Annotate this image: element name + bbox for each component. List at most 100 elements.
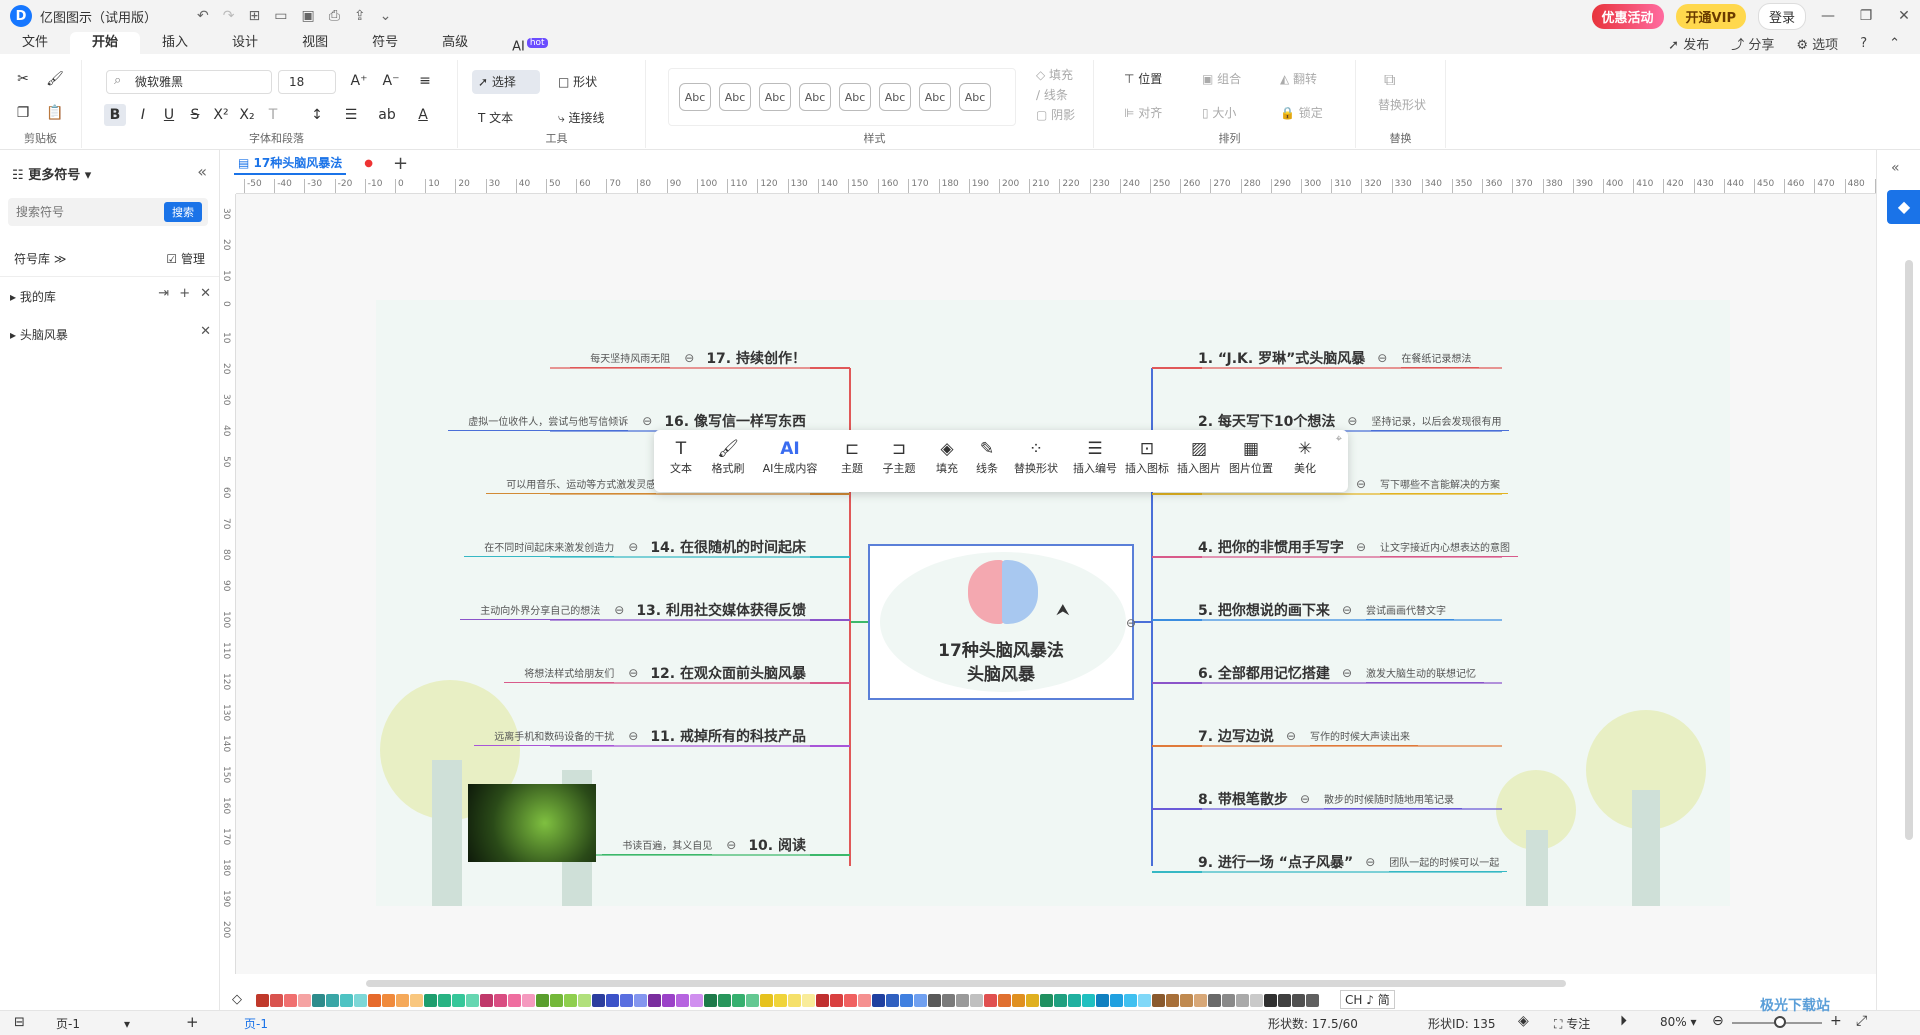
vertical-scrollbar[interactable]: [1905, 260, 1913, 840]
collapse-icon[interactable]: ⊖: [1377, 351, 1387, 365]
ft-subtopic[interactable]: ⊐ 子主题: [878, 438, 920, 476]
color-swatch[interactable]: [536, 993, 549, 1007]
topic-left-17[interactable]: 每天坚持风雨无阻 ⊖ 17. 持续创作！: [570, 348, 806, 368]
ft-text[interactable]: T 文本: [664, 438, 698, 476]
color-swatch[interactable]: [1292, 993, 1305, 1007]
superscript-icon[interactable]: X²: [210, 104, 232, 126]
format-panel-icon[interactable]: ◆: [1887, 190, 1920, 224]
restore-icon[interactable]: ❐: [1850, 8, 1882, 24]
color-swatch[interactable]: [1068, 993, 1081, 1007]
lock-button[interactable]: 🔒 锁定: [1280, 104, 1323, 121]
subscript-icon[interactable]: X₂: [236, 104, 258, 126]
collapse-icon[interactable]: ⊖: [1342, 666, 1352, 680]
color-swatch[interactable]: [1250, 993, 1263, 1007]
color-swatch[interactable]: [382, 993, 395, 1007]
color-swatch[interactable]: [788, 993, 801, 1007]
shrink-font-icon[interactable]: A⁻: [380, 70, 402, 92]
menu-ai[interactable]: AI hot: [490, 32, 569, 54]
format-painter-icon[interactable]: 🖌: [44, 68, 66, 90]
symbol-search-button[interactable]: 搜索: [164, 202, 202, 222]
color-swatch[interactable]: [564, 993, 577, 1007]
no-fill-icon[interactable]: ◇: [232, 992, 242, 1007]
menu-view[interactable]: 视图: [280, 32, 350, 54]
color-swatch[interactable]: [480, 993, 493, 1007]
color-swatch[interactable]: [1306, 993, 1319, 1007]
color-swatch[interactable]: [676, 993, 689, 1007]
sidebar-item-my-library[interactable]: ▸ 我的库: [10, 288, 56, 305]
color-swatch[interactable]: [1110, 993, 1123, 1007]
page-selector[interactable]: 页-1 ▾: [56, 1015, 130, 1032]
collapse-icon[interactable]: ⊖: [1356, 540, 1366, 554]
collapse-icon[interactable]: ⊖: [614, 603, 624, 617]
zoom-level[interactable]: 80% ▾: [1660, 1015, 1697, 1029]
ft-beautify[interactable]: ✳ 美化: [1288, 438, 1322, 476]
color-swatch[interactable]: [970, 993, 983, 1007]
menu-symbol[interactable]: 符号: [350, 32, 420, 54]
topic-right-2[interactable]: 2. 每天写下10个想法 ⊖ 坚持记录，以后会发现很有用: [1198, 411, 1510, 431]
color-swatch[interactable]: [732, 993, 745, 1007]
zoom-in-icon[interactable]: +: [1830, 1013, 1842, 1029]
color-swatch[interactable]: [1026, 993, 1039, 1007]
style-item[interactable]: Abc: [879, 83, 911, 111]
cut-icon[interactable]: ✂: [12, 68, 34, 90]
color-swatch[interactable]: [326, 993, 339, 1007]
customize-icon[interactable]: ⌄: [380, 8, 392, 24]
add-icon[interactable]: +: [179, 286, 190, 301]
color-swatch[interactable]: [1138, 993, 1151, 1007]
topic-left-14[interactable]: 在不同时间起床来激发创造力 ⊖ 14. 在很随机的时间起床: [464, 537, 806, 557]
topic-left-12[interactable]: 将想法样式给朋友们 ⊖ 12. 在观众面前头脑风暴: [504, 663, 806, 683]
close-icon[interactable]: ✕: [1888, 8, 1920, 24]
color-swatch[interactable]: [1152, 993, 1165, 1007]
sidebar-title[interactable]: ☷ 更多符号 ▾: [12, 164, 91, 183]
position-button[interactable]: ⊤ 位置: [1124, 70, 1162, 87]
color-swatch[interactable]: [900, 993, 913, 1007]
color-swatch[interactable]: [606, 993, 619, 1007]
ft-fill[interactable]: ◈ 填充: [930, 438, 964, 476]
style-item[interactable]: Abc: [919, 83, 951, 111]
collapse-icon[interactable]: ⊖: [726, 838, 736, 852]
bold-icon[interactable]: B: [104, 104, 126, 126]
font-color-icon[interactable]: A: [412, 104, 434, 126]
menu-home[interactable]: 开始: [70, 32, 141, 54]
align-icon[interactable]: ≡: [414, 70, 436, 92]
style-item[interactable]: Abc: [719, 83, 751, 111]
menu-file[interactable]: 文件: [0, 32, 70, 54]
color-swatch[interactable]: [270, 993, 283, 1007]
color-swatch[interactable]: [354, 993, 367, 1007]
manage-button[interactable]: ☑ 管理: [166, 250, 205, 267]
copy-icon[interactable]: ❐: [12, 102, 34, 124]
strikethrough-icon[interactable]: S: [184, 104, 206, 126]
play-icon[interactable]: ⏵: [1620, 1013, 1627, 1029]
horizontal-scrollbar[interactable]: [366, 980, 1566, 987]
color-swatch[interactable]: [1166, 993, 1179, 1007]
export-icon[interactable]: ⇪: [354, 8, 366, 24]
underline-icon[interactable]: U: [158, 104, 180, 126]
color-swatch[interactable]: [452, 993, 465, 1007]
topic-left-13[interactable]: 主动向外界分享自己的想法 ⊖ 13. 利用社交媒体获得反馈: [460, 600, 806, 620]
color-swatch[interactable]: [984, 993, 997, 1007]
ft-line[interactable]: ✎ 线条: [970, 438, 1004, 476]
clear-format-icon[interactable]: T: [262, 104, 284, 126]
shadow-button[interactable]: ▢ 阴影: [1036, 106, 1075, 123]
color-swatch[interactable]: [410, 993, 423, 1007]
color-swatch[interactable]: [1278, 993, 1291, 1007]
size-button[interactable]: ▯ 大小: [1202, 104, 1236, 121]
color-swatch[interactable]: [592, 993, 605, 1007]
color-swatch[interactable]: [284, 993, 297, 1007]
color-swatch[interactable]: [718, 993, 731, 1007]
color-swatch[interactable]: [1082, 993, 1095, 1007]
color-swatch[interactable]: [886, 993, 899, 1007]
zoom-slider-thumb[interactable]: [1774, 1016, 1786, 1028]
color-swatch[interactable]: [928, 993, 941, 1007]
collapse-ribbon-icon[interactable]: ⌃: [1889, 36, 1900, 51]
color-swatch[interactable]: [774, 993, 787, 1007]
ft-image-position[interactable]: ▦ 图片位置: [1226, 438, 1276, 476]
help-icon[interactable]: ?: [1860, 36, 1867, 51]
collapse-icon[interactable]: ⊖: [1356, 477, 1366, 491]
options-button[interactable]: ⚙ 选项: [1796, 34, 1838, 53]
select-tool[interactable]: ➚ 选择: [472, 70, 540, 94]
color-swatch[interactable]: [802, 993, 815, 1007]
central-topic[interactable]: 17种头脑风暴法 头脑风暴: [868, 544, 1134, 700]
color-swatch[interactable]: [466, 993, 479, 1007]
color-swatch[interactable]: [760, 993, 773, 1007]
